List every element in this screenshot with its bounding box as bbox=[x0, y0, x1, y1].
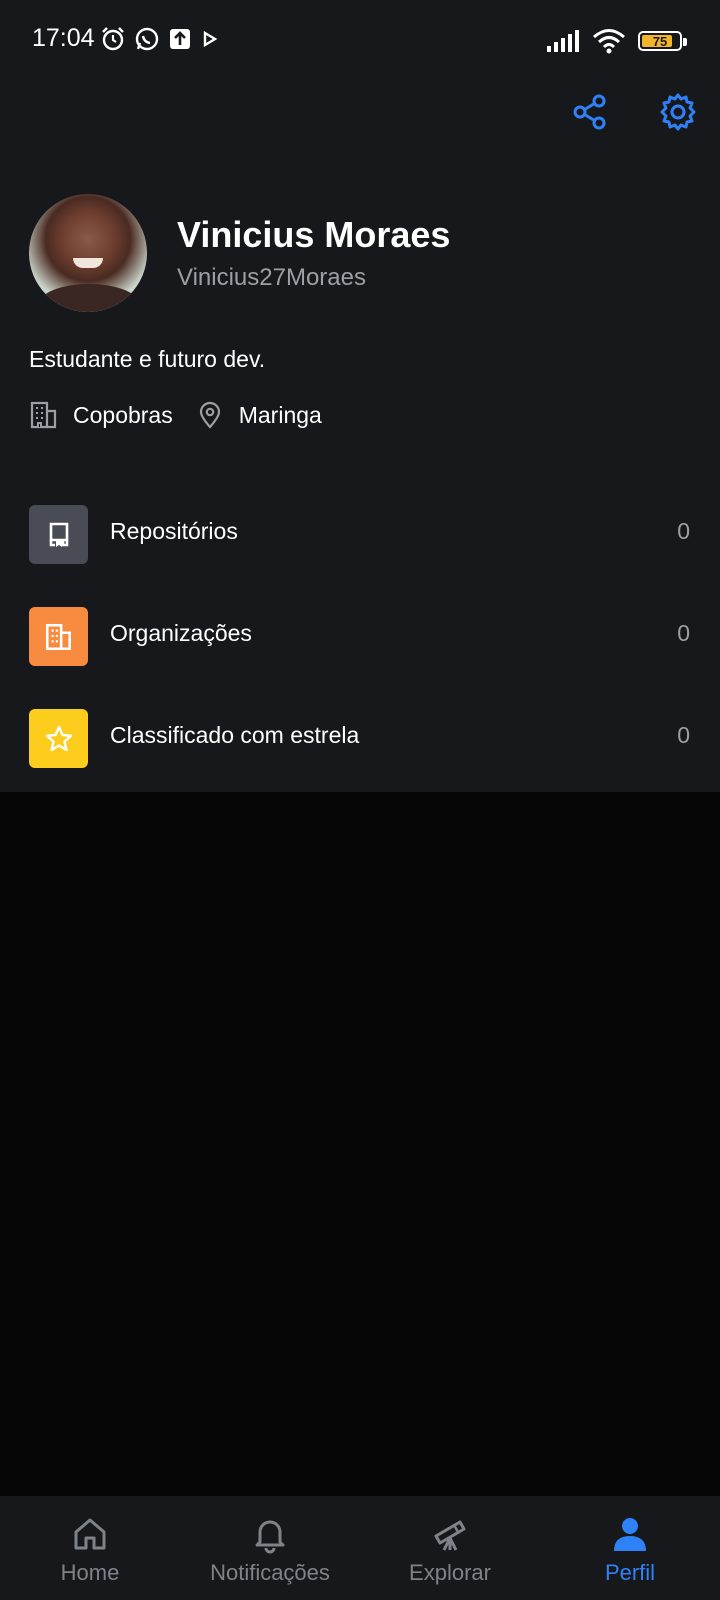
tab-home[interactable]: Home bbox=[0, 1496, 180, 1600]
profile-bio: Estudante e futuro dev. bbox=[29, 346, 266, 372]
battery-percent: 75 bbox=[652, 33, 668, 49]
tab-label: Home bbox=[60, 1560, 120, 1585]
profile-company: Copobras bbox=[73, 401, 173, 428]
repo-badge bbox=[29, 505, 88, 564]
list-item-label: Classificado com estrela bbox=[110, 722, 360, 748]
home-icon bbox=[74, 1518, 106, 1550]
header-actions bbox=[570, 92, 698, 132]
upload-icon bbox=[170, 29, 190, 49]
profile-menu: Repositórios 0 Organizações 0 Classifica… bbox=[0, 496, 720, 802]
organization-icon bbox=[45, 623, 71, 650]
bell-icon bbox=[255, 1520, 285, 1554]
profile-header: Vinicius Moraes Vinicius27Moraes bbox=[29, 194, 689, 312]
tab-profile[interactable]: Perfil bbox=[540, 1496, 720, 1600]
list-item-repositories[interactable]: Repositórios 0 bbox=[0, 496, 720, 598]
alarm-icon bbox=[102, 27, 124, 51]
tab-explore[interactable]: Explorar bbox=[360, 1496, 540, 1600]
profile-login: Vinicius27Moraes bbox=[177, 264, 366, 291]
bottom-tab-bar: Home Notificações Explorar Perfil bbox=[0, 1496, 720, 1600]
list-item-starred[interactable]: Classificado com estrela 0 bbox=[0, 700, 720, 802]
tab-label: Perfil bbox=[604, 1560, 656, 1585]
play-icon bbox=[203, 30, 218, 48]
person-icon bbox=[614, 1518, 646, 1551]
profile-name: Vinicius Moraes bbox=[177, 214, 451, 255]
telescope-icon bbox=[434, 1520, 466, 1551]
profile-location: Maringa bbox=[238, 401, 322, 428]
gear-icon[interactable] bbox=[658, 92, 698, 132]
whatsapp-icon bbox=[135, 27, 159, 51]
status-bar: 17:04 75 bbox=[0, 0, 720, 80]
status-time: 17:04 bbox=[32, 24, 95, 52]
battery-icon: 75 bbox=[638, 31, 687, 51]
tab-notifications[interactable]: Notificações bbox=[180, 1496, 360, 1600]
profile-meta: Copobras Maringa bbox=[29, 400, 322, 430]
list-item-count: 0 bbox=[677, 518, 690, 544]
tab-label: Notificações bbox=[210, 1560, 330, 1585]
signal-icon bbox=[547, 30, 579, 52]
organization-badge bbox=[29, 607, 88, 666]
tab-label: Explorar bbox=[409, 1560, 491, 1585]
building-icon bbox=[30, 401, 57, 429]
avatar[interactable] bbox=[29, 194, 147, 312]
location-icon bbox=[199, 401, 220, 429]
repo-icon bbox=[49, 522, 68, 547]
share-icon[interactable] bbox=[570, 92, 610, 132]
star-badge bbox=[29, 709, 88, 768]
list-item-label: Organizações bbox=[110, 620, 252, 646]
list-item-organizations[interactable]: Organizações 0 bbox=[0, 598, 720, 700]
star-icon bbox=[45, 725, 72, 751]
wifi-icon bbox=[593, 29, 625, 54]
list-item-label: Repositórios bbox=[110, 518, 238, 544]
list-item-count: 0 bbox=[677, 620, 690, 646]
list-item-count: 0 bbox=[677, 722, 690, 748]
